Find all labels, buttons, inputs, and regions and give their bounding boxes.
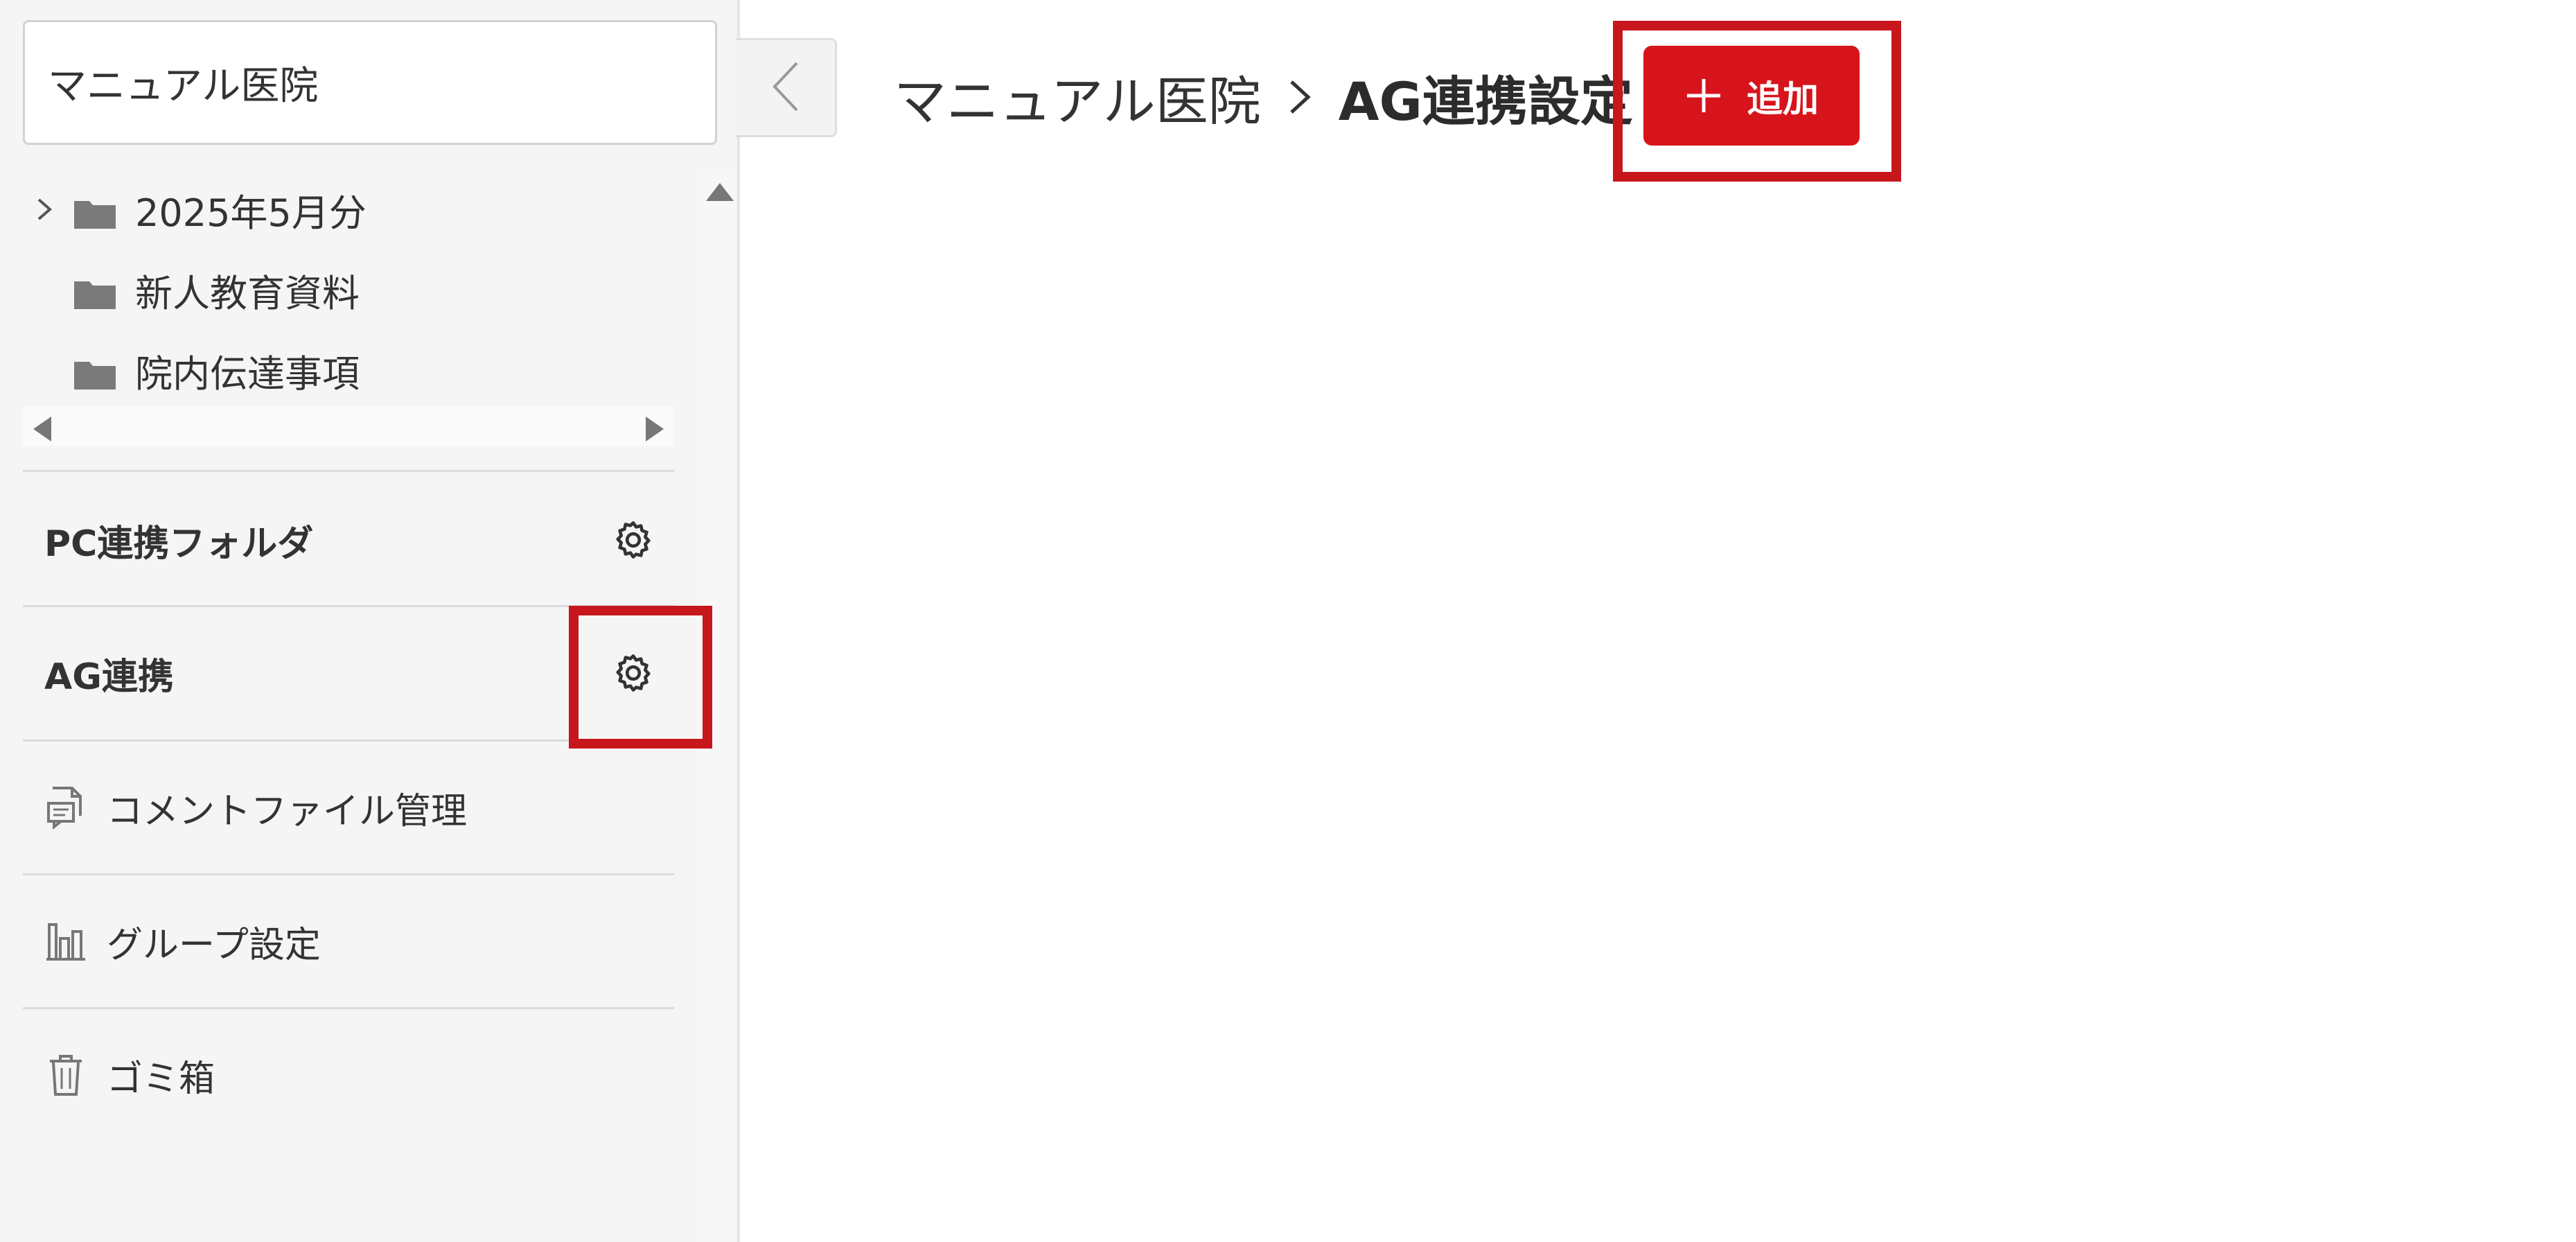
scroll-left-icon[interactable] [33, 417, 51, 441]
breadcrumb: マニュアル医院 AG連携設定 [894, 59, 1633, 135]
divider [23, 470, 674, 472]
sidebar-item-label: AG連携 [44, 656, 174, 698]
scroll-up-icon[interactable] [706, 183, 734, 201]
sidebar-item-label: PC連携フォルダ [44, 523, 314, 565]
tree-item-2025-may[interactable]: 2025年5月分 [23, 175, 696, 244]
sidebar-item-group-settings[interactable]: グループ設定 [23, 875, 674, 1007]
sidebar-item-label: グループ設定 [107, 924, 321, 966]
clinic-name-value: マニュアル医院 [48, 63, 319, 109]
vertical-scrollbar[interactable] [696, 168, 736, 1242]
group-icon [44, 918, 87, 964]
page: マニュアル医院 2025年5月分 新人教育資料 院内伝達事項 PC連携フォルダ … [0, 0, 2576, 1242]
tree-item-label: 2025年5月分 [135, 191, 367, 235]
add-button-label: 追加 [1746, 78, 1819, 121]
chevron-left-icon [770, 59, 801, 117]
horizontal-scrollbar[interactable] [23, 406, 674, 446]
chevron-right-icon [1286, 76, 1314, 118]
sidebar-item-pc-link-folder[interactable]: PC連携フォルダ [23, 474, 674, 606]
tree-item-new-staff-materials[interactable]: 新人教育資料 [23, 255, 696, 324]
page-title: AG連携設定 [1338, 71, 1633, 132]
folder-tree: 2025年5月分 新人教育資料 院内伝達事項 [23, 168, 696, 446]
add-button[interactable]: 追加 [1643, 46, 1860, 146]
gear-icon[interactable] [602, 509, 664, 571]
sidebar-item-trash[interactable]: ゴミ箱 [23, 1009, 674, 1141]
scroll-right-icon[interactable] [646, 417, 664, 441]
collapse-sidebar-button[interactable] [736, 38, 837, 137]
chevron-right-icon[interactable] [28, 193, 62, 226]
folder-icon [74, 194, 116, 229]
comment-file-icon [44, 785, 87, 830]
breadcrumb-root[interactable]: マニュアル医院 [894, 59, 1261, 135]
folder-icon [74, 355, 116, 390]
folder-icon [74, 274, 116, 309]
sidebar-item-comment-files[interactable]: コメントファイル管理 [23, 742, 674, 873]
sidebar-item-ag-link[interactable]: AG連携 [23, 607, 674, 739]
clinic-name-field[interactable]: マニュアル医院 [23, 20, 717, 145]
sidebar: マニュアル医院 2025年5月分 新人教育資料 院内伝達事項 PC連携フォルダ … [0, 0, 740, 1242]
trash-icon [44, 1052, 87, 1098]
tree-item-label: 新人教育資料 [135, 271, 360, 315]
tree-item-internal-notices[interactable]: 院内伝達事項 [23, 335, 696, 405]
sidebar-item-label: コメントファイル管理 [107, 790, 468, 832]
tree-item-label: 院内伝達事項 [135, 351, 360, 396]
gear-icon[interactable] [602, 642, 664, 704]
plus-icon [1684, 76, 1723, 115]
sidebar-item-label: ゴミ箱 [107, 1058, 215, 1100]
